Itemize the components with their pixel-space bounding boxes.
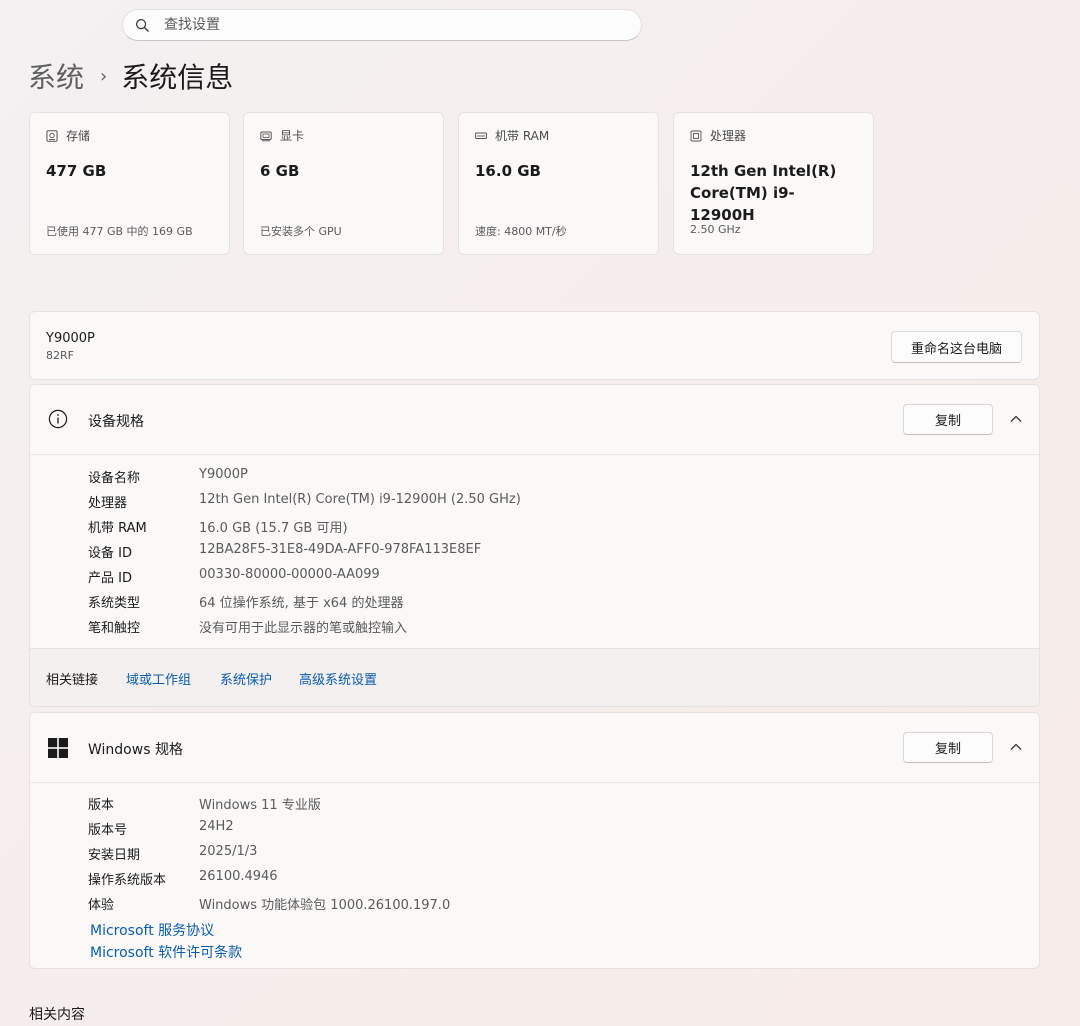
card-sub: 速度: 4800 MT/秒 bbox=[475, 225, 567, 238]
card-ram[interactable]: 机带 RAM 16.0 GB 速度: 4800 MT/秒 bbox=[458, 112, 659, 255]
pc-model: 82RF bbox=[46, 349, 74, 362]
spec-row: 操作系统版本 26100.4946 bbox=[88, 869, 278, 889]
card-value: 477 GB bbox=[46, 162, 107, 180]
spec-value: 12BA28F5-31E8-49DA-AFF0-978FA113E8EF bbox=[199, 542, 482, 557]
device-specs-title: 设备规格 bbox=[88, 414, 144, 430]
windows-specs-panel: Windows 规格 复制 版本 Windows 11 专业版 版本号 24H2 安… bbox=[29, 712, 1040, 969]
spec-row: 处理器 12th Gen Intel(R) Core(TM) i9-12900H … bbox=[88, 492, 521, 512]
spec-value: 2025/1/3 bbox=[199, 844, 258, 859]
spec-key: 操作系统版本 bbox=[88, 873, 167, 888]
rename-pc-button[interactable]: 重命名这台电脑 bbox=[891, 331, 1022, 363]
device-specs-header[interactable]: 设备规格 复制 bbox=[30, 385, 1039, 453]
spec-value: Y9000P bbox=[199, 467, 248, 482]
spec-key: 版本 bbox=[88, 798, 115, 813]
link-microsoft-service-agreement[interactable]: Microsoft 服务协议 bbox=[90, 920, 214, 940]
spec-value: 16.0 GB (15.7 GB 可用) bbox=[199, 521, 348, 536]
card-label: 存储 bbox=[66, 129, 91, 143]
link-system-protection[interactable]: 系统保护 bbox=[220, 669, 272, 688]
related-links-label: 相关链接 bbox=[46, 673, 99, 688]
windows-specs-body: 版本 Windows 11 专业版 版本号 24H2 安装日期 2025/1/3 操作… bbox=[30, 782, 1039, 961]
pc-name-panel: Y9000P 82RF 重命名这台电脑 bbox=[29, 311, 1040, 380]
spec-value: Windows 11 专业版 bbox=[199, 798, 321, 813]
spec-value: 没有可用于此显示器的笔或触控输入 bbox=[199, 621, 408, 636]
spec-value: 00330-80000-00000-AA099 bbox=[199, 567, 380, 582]
spec-row: 设备名称 Y9000P bbox=[88, 467, 248, 487]
card-value: 16.0 GB bbox=[475, 162, 541, 180]
pc-name: Y9000P bbox=[46, 331, 95, 346]
card-label: 处理器 bbox=[710, 129, 747, 143]
breadcrumb-parent[interactable]: 系统 bbox=[28, 56, 84, 96]
processor-icon bbox=[690, 130, 702, 141]
link-microsoft-license-terms[interactable]: Microsoft 软件许可条款 bbox=[90, 942, 242, 962]
related-links-bar: 相关链接 域或工作组 系统保护 高级系统设置 bbox=[30, 648, 1039, 706]
spec-row: 产品 ID 00330-80000-00000-AA099 bbox=[88, 567, 380, 587]
spec-row: 系统类型 64 位操作系统, 基于 x64 的处理器 bbox=[88, 592, 403, 612]
spec-row: 设备 ID 12BA28F5-31E8-49DA-AFF0-978FA113E8E… bbox=[88, 542, 481, 562]
spec-key: 版本号 bbox=[88, 823, 128, 838]
spec-key: 设备名称 bbox=[88, 471, 141, 486]
spec-value: 26100.4946 bbox=[199, 869, 278, 884]
search-input[interactable] bbox=[164, 17, 624, 33]
chevron-up-icon[interactable] bbox=[1009, 413, 1023, 425]
spec-row: 版本号 24H2 bbox=[88, 819, 234, 839]
card-label: 显卡 bbox=[280, 129, 305, 143]
device-specs-body: 设备名称 Y9000P 处理器 12th Gen Intel(R) Core(TM)… bbox=[30, 454, 1039, 636]
card-value: 12th Gen Intel(R) Core(TM) i9-12900H bbox=[690, 160, 857, 226]
search-box[interactable] bbox=[122, 9, 642, 41]
storage-icon bbox=[46, 129, 58, 142]
chevron-up-icon[interactable] bbox=[1009, 741, 1023, 753]
copy-windows-specs-button[interactable]: 复制 bbox=[903, 732, 993, 763]
info-icon bbox=[48, 409, 68, 429]
spec-row: 笔和触控 没有可用于此显示器的笔或触控输入 bbox=[88, 617, 407, 637]
spec-row: 机带 RAM 16.0 GB (15.7 GB 可用) bbox=[88, 517, 348, 537]
spec-value: 64 位操作系统, 基于 x64 的处理器 bbox=[199, 596, 404, 611]
page-title: 系统信息 bbox=[121, 61, 234, 94]
card-gpu[interactable]: 显卡 6 GB 已安装多个 GPU bbox=[243, 112, 444, 255]
breadcrumb: 系统 › 系统信息 bbox=[28, 56, 233, 96]
card-sub: 已使用 477 GB 中的 169 GB bbox=[46, 225, 193, 238]
ram-icon bbox=[475, 132, 487, 139]
card-value-line: Core(TM) i9-12900H bbox=[690, 184, 795, 224]
spec-row: 版本 Windows 11 专业版 bbox=[88, 794, 321, 814]
spec-value: Windows 功能体验包 1000.26100.197.0 bbox=[199, 898, 451, 913]
spec-key: 设备 ID bbox=[88, 546, 132, 561]
card-sub: 2.50 GHz bbox=[690, 223, 741, 236]
related-content-heading: 相关内容 bbox=[29, 1007, 85, 1023]
spec-key: 体验 bbox=[88, 898, 115, 913]
spec-key: 系统类型 bbox=[88, 596, 141, 611]
spec-value: 24H2 bbox=[199, 819, 234, 834]
spec-key: 处理器 bbox=[88, 496, 128, 511]
windows-logo-icon bbox=[48, 738, 68, 758]
spec-key: 笔和触控 bbox=[88, 621, 141, 636]
card-value-line: 12th Gen Intel(R) bbox=[690, 162, 837, 180]
spec-key: 机带 RAM bbox=[88, 521, 147, 536]
spec-row: 安装日期 2025/1/3 bbox=[88, 844, 257, 864]
chevron-right-icon: › bbox=[100, 65, 108, 87]
gpu-icon bbox=[260, 131, 272, 141]
card-sub: 已安装多个 GPU bbox=[260, 225, 342, 238]
windows-specs-title: Windows 规格 bbox=[88, 742, 183, 758]
device-specs-panel: 设备规格 复制 设备名称 Y9000P 处理器 12th Gen Intel(R) … bbox=[29, 384, 1040, 707]
spec-key: 安装日期 bbox=[88, 848, 141, 863]
spec-row: 体验 Windows 功能体验包 1000.26100.197.0 bbox=[88, 894, 450, 914]
card-storage[interactable]: 存储 477 GB 已使用 477 GB 中的 169 GB bbox=[29, 112, 230, 255]
card-value: 6 GB bbox=[260, 162, 300, 180]
link-advanced-settings[interactable]: 高级系统设置 bbox=[299, 669, 377, 688]
spec-value: 12th Gen Intel(R) Core(TM) i9-12900H (2.… bbox=[199, 492, 521, 507]
spec-key: 产品 ID bbox=[88, 571, 132, 586]
copy-device-specs-button[interactable]: 复制 bbox=[903, 404, 993, 435]
windows-specs-header[interactable]: Windows 规格 复制 bbox=[30, 713, 1039, 781]
link-domain-workgroup[interactable]: 域或工作组 bbox=[126, 669, 191, 688]
card-label: 机带 RAM bbox=[495, 129, 550, 143]
card-processor[interactable]: 处理器 12th Gen Intel(R) Core(TM) i9-12900H… bbox=[673, 112, 874, 255]
search-icon bbox=[135, 18, 149, 32]
